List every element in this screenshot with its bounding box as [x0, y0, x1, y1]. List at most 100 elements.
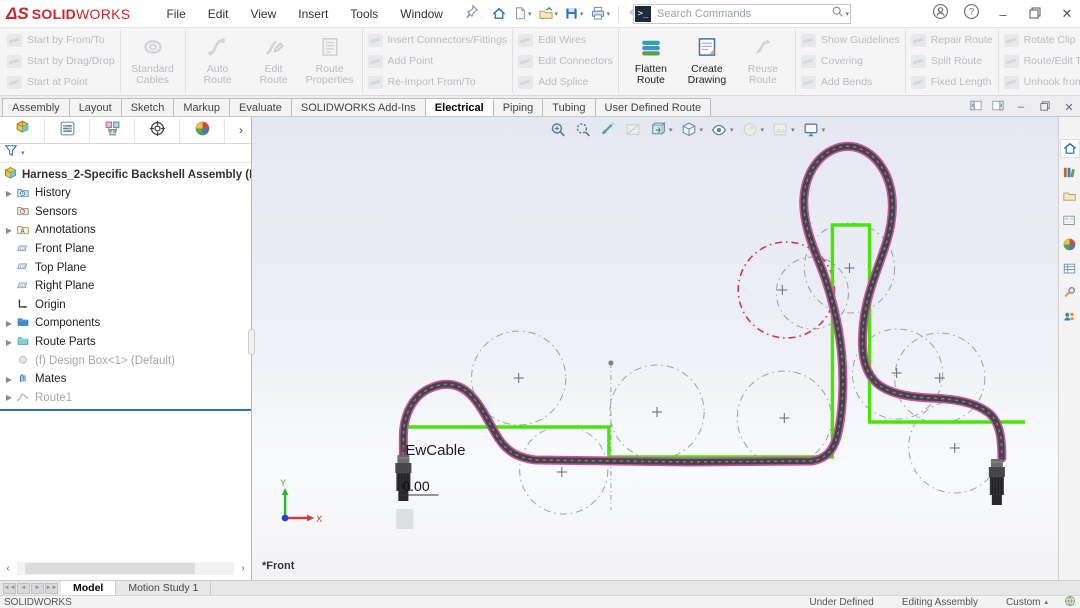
tab-tubing[interactable]: Tubing: [542, 98, 595, 116]
ribbon-btn-edit-route[interactable]: EditRoute: [247, 34, 301, 89]
taskpane-view-palette-icon[interactable]: [1060, 211, 1080, 230]
last-tab-icon[interactable]: ►►: [45, 583, 58, 594]
ribbon-btn-insert-connectors-fittings[interactable]: Insert Connectors/Fittings: [368, 30, 508, 51]
panel-horizontal-scrollbar[interactable]: ‹ ›: [0, 560, 251, 577]
tree-item-sensors[interactable]: Sensors: [0, 203, 251, 222]
tab-solidworks-add-ins[interactable]: SOLIDWORKS Add-Ins: [291, 98, 426, 116]
tab-markup[interactable]: Markup: [173, 98, 230, 116]
doc-restore-button[interactable]: [1038, 101, 1052, 114]
zoom-fit-icon[interactable]: [548, 120, 568, 139]
ribbon-btn-split-route[interactable]: Split Route: [911, 51, 993, 72]
tree-item-history[interactable]: ▶History: [0, 184, 251, 203]
units-selector[interactable]: Custom: [992, 597, 1044, 608]
scroll-right-icon[interactable]: ›: [235, 563, 251, 574]
ribbon-btn-standard-cables[interactable]: StandardCables: [126, 34, 180, 89]
menu-file[interactable]: File: [156, 3, 195, 25]
menu-edit[interactable]: Edit: [198, 3, 239, 25]
menu-window[interactable]: Window: [390, 3, 453, 25]
home-icon[interactable]: [489, 4, 509, 23]
ribbon-btn-show-guidelines[interactable]: Show Guidelines: [801, 30, 900, 51]
open-icon[interactable]: ▾: [536, 4, 561, 23]
tree-item-route1[interactable]: ▶Route1: [0, 389, 251, 408]
search-icon[interactable]: [831, 5, 844, 23]
ribbon-btn-start-by-from-to[interactable]: Start by From/To: [7, 30, 115, 51]
tree-item-components[interactable]: ▶Components: [0, 314, 251, 333]
menu-insert[interactable]: Insert: [288, 3, 338, 25]
right-connector[interactable]: [989, 459, 1005, 505]
ribbon-btn-start-by-drag-drop[interactable]: Start by Drag/Drop: [7, 51, 115, 72]
save-icon[interactable]: ▾: [562, 4, 586, 23]
print-icon[interactable]: ▾: [588, 4, 613, 23]
ribbon-btn-re-import-from-to[interactable]: Re-Import From/To: [368, 72, 508, 93]
zoom-area-icon[interactable]: [573, 120, 593, 139]
panel-tab-dimxpert-manager[interactable]: [135, 119, 180, 143]
panel-tab-configuration-manager[interactable]: [90, 119, 135, 143]
first-tab-icon[interactable]: ◄◄: [3, 583, 16, 594]
display-style-icon[interactable]: ▾: [679, 120, 705, 139]
tree-root-assembly[interactable]: Harness_2-Specific Backshell Assembly (M…: [0, 165, 251, 184]
ribbon-btn-start-at-point[interactable]: Start at Point: [7, 72, 115, 93]
units-caret-icon[interactable]: ▴: [1044, 598, 1064, 606]
previous-view-icon[interactable]: [598, 120, 618, 139]
ribbon-btn-edit-connectors[interactable]: Edit Connectors: [518, 51, 613, 72]
ribbon-btn-add-point[interactable]: Add Point: [368, 51, 508, 72]
construction-point[interactable]: [608, 360, 613, 365]
tree-item-route-parts[interactable]: ▶Route Parts: [0, 333, 251, 352]
ribbon-btn-flatten-route[interactable]: FlattenRoute: [624, 34, 678, 89]
restore-button[interactable]: [1026, 7, 1044, 22]
tab-evaluate[interactable]: Evaluate: [229, 98, 292, 116]
expand-arrow-icon[interactable]: ▶: [3, 393, 15, 402]
apply-scene-icon[interactable]: ▾: [770, 120, 796, 139]
taskpane-inspection-tools-icon[interactable]: [1060, 283, 1080, 302]
expand-arrow-icon[interactable]: ▶: [3, 189, 15, 198]
next-tab-icon[interactable]: ►: [31, 583, 44, 594]
taskpane-design-library-icon[interactable]: [1060, 163, 1080, 182]
new-doc-icon[interactable]: ▾: [511, 4, 534, 23]
ribbon-btn-create-drawing[interactable]: CreateDrawing: [680, 34, 734, 89]
taskpane-forum-icon[interactable]: [1060, 307, 1080, 326]
tag-globe-icon[interactable]: [1064, 595, 1076, 608]
ribbon-btn-route-properties[interactable]: RouteProperties: [303, 34, 357, 89]
tab-layout[interactable]: Layout: [69, 98, 122, 116]
search-dropdown-icon[interactable]: ▾: [845, 10, 849, 18]
search-commands-box[interactable]: >_ Search Commands ▾: [633, 4, 851, 24]
panel-splitter-handle[interactable]: [248, 329, 255, 355]
taskpane-appearances-scenes-icon[interactable]: [1060, 235, 1080, 254]
taskpane-resources-home-icon[interactable]: [1060, 139, 1080, 158]
ribbon-btn-rotate-clip[interactable]: Rotate Clip: [1004, 30, 1080, 51]
scrollbar-thumb[interactable]: [25, 563, 195, 574]
tree-item-front-plane[interactable]: Front Plane: [0, 240, 251, 259]
view-settings-icon[interactable]: ▾: [801, 120, 827, 139]
ribbon-btn-auto-route[interactable]: AutoRoute: [191, 34, 245, 89]
tab-piping[interactable]: Piping: [493, 98, 544, 116]
ribbon-btn-unhook-from-clip[interactable]: Unhook from Clip: [1004, 72, 1080, 93]
tree-item-annotations[interactable]: ▶AAnnotations: [0, 221, 251, 240]
panel-tab-display-manager[interactable]: [180, 119, 225, 143]
ribbon-btn-covering[interactable]: Covering: [801, 51, 900, 72]
expand-arrow-icon[interactable]: ▶: [3, 375, 15, 384]
tree-item-top-plane[interactable]: Top Plane: [0, 258, 251, 277]
tab-sketch[interactable]: Sketch: [121, 98, 175, 116]
tree-item-mates[interactable]: ▶Mates: [0, 370, 251, 389]
ribbon-btn-repair-route[interactable]: Repair Route: [911, 30, 993, 51]
doc-minimize-button[interactable]: –: [1014, 101, 1028, 113]
help-icon[interactable]: ?: [963, 3, 980, 25]
ribbon-btn-add-splice[interactable]: Add Splice: [518, 72, 613, 93]
graphics-viewport[interactable]: EwCable0.00YX ▾▾▾▾▾▾ *Front: [252, 117, 1058, 580]
tree-item-f-design-box-1-default[interactable]: (f) Design Box<1> (Default): [0, 351, 251, 370]
expand-arrow-icon[interactable]: ▶: [3, 338, 15, 347]
pin-menubar-icon[interactable]: [465, 4, 479, 23]
tab-electrical[interactable]: Electrical: [425, 98, 494, 116]
panel-tab-property-manager[interactable]: [45, 119, 90, 143]
show-feature-tree-pane-icon[interactable]: [970, 98, 982, 116]
user-account-icon[interactable]: [932, 3, 949, 25]
menu-view[interactable]: View: [240, 3, 286, 25]
panel-flyout-chevron-icon[interactable]: ›: [239, 119, 251, 143]
search-input[interactable]: Search Commands: [651, 8, 831, 20]
taskpane-file-explorer-icon[interactable]: [1060, 187, 1080, 206]
ribbon-btn-add-bends[interactable]: Add Bends: [801, 72, 900, 93]
expand-arrow-icon[interactable]: ▶: [3, 319, 15, 328]
show-task-pane-icon[interactable]: [992, 98, 1004, 116]
section-view-icon[interactable]: [623, 120, 643, 139]
tree-item-right-plane[interactable]: Right Plane: [0, 277, 251, 296]
